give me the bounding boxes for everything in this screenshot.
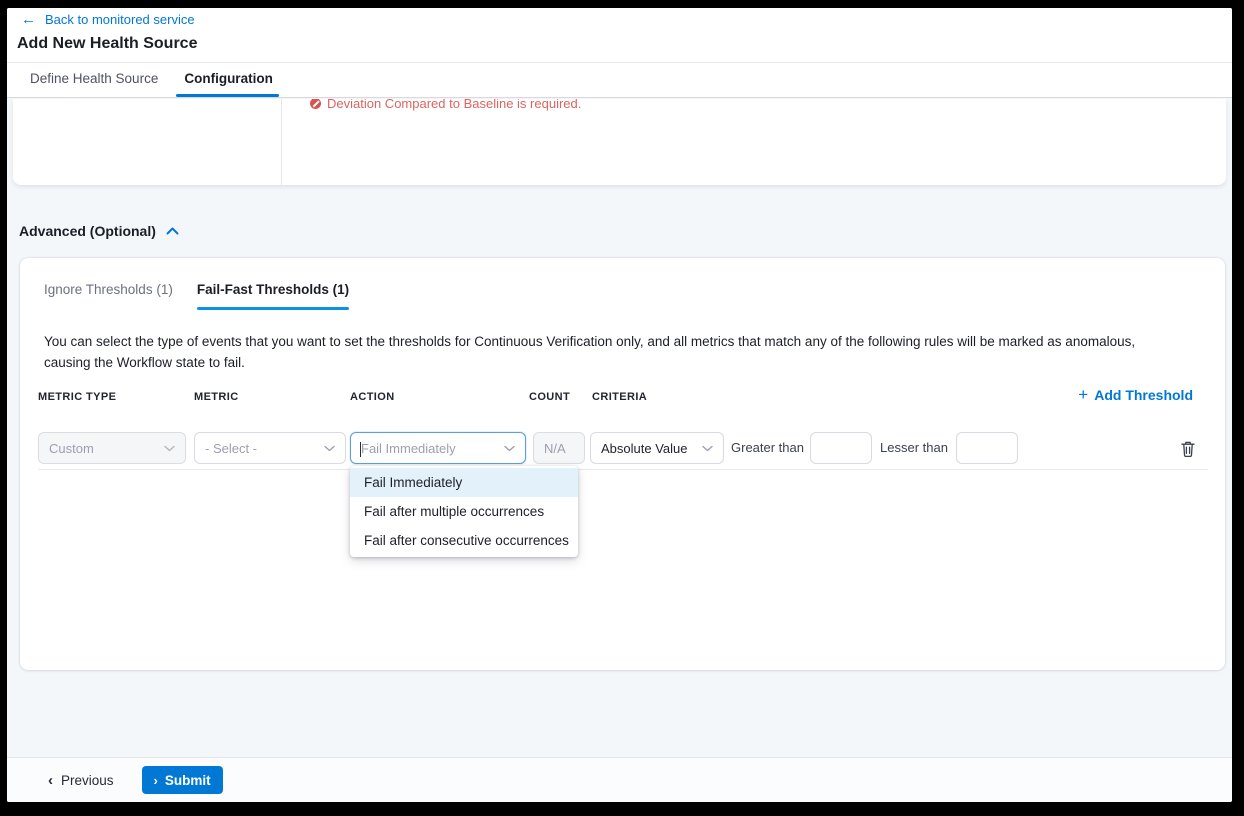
column-header-metric-type: METRIC TYPE (38, 391, 116, 403)
plus-icon: + (1078, 386, 1088, 403)
tab-define-health-source[interactable]: Define Health Source (30, 71, 158, 97)
tab-fail-fast-thresholds[interactable]: Fail-Fast Thresholds (1) (197, 282, 349, 310)
page-header: ← Back to monitored service Add New Heal… (7, 8, 1232, 98)
submit-label: Submit (165, 773, 211, 788)
action-value: Fail Immediately (361, 441, 456, 456)
chevron-left-icon: ‹ (48, 773, 53, 788)
page-title: Add New Health Source (17, 35, 197, 53)
validation-error: Deviation Compared to Baseline is requir… (310, 99, 581, 111)
title-divider (7, 62, 1232, 63)
chevron-down-icon (324, 445, 335, 452)
criteria-value: Absolute Value (601, 441, 688, 456)
metric-select[interactable]: - Select - (194, 432, 346, 464)
tab-ignore-thresholds[interactable]: Ignore Thresholds (1) (44, 282, 173, 310)
menu-item-fail-multiple[interactable]: Fail after multiple occurrences (350, 497, 578, 526)
tab-configuration[interactable]: Configuration (184, 71, 272, 97)
chevron-right-icon: › (154, 774, 158, 787)
add-threshold-label: Add Threshold (1094, 387, 1193, 403)
chevron-up-icon (166, 227, 179, 235)
lesser-than-input[interactable] (956, 432, 1018, 464)
thresholds-card: Ignore Thresholds (1) Fail-Fast Threshol… (20, 258, 1225, 670)
menu-item-fail-consecutive[interactable]: Fail after consecutive occurrences (350, 526, 578, 555)
metric-type-value: Custom (49, 441, 94, 456)
thresholds-description: You can select the type of events that y… (44, 332, 1169, 374)
metric-value: - Select - (205, 441, 257, 456)
action-dropdown-menu: Fail Immediately Fail after multiple occ… (350, 466, 578, 557)
panel-vertical-divider (281, 99, 282, 185)
configuration-panel: Deviation Compared to Baseline is requir… (13, 99, 1226, 185)
back-arrow-icon: ← (21, 12, 36, 27)
back-to-monitored-service-link[interactable]: ← Back to monitored service (21, 12, 195, 27)
error-message: Deviation Compared to Baseline is requir… (327, 99, 581, 111)
greater-than-label: Greater than (731, 432, 804, 464)
count-value: N/A (544, 441, 566, 456)
criteria-select[interactable]: Absolute Value (590, 432, 724, 464)
chevron-down-icon (504, 445, 515, 452)
column-header-metric: METRIC (194, 391, 239, 403)
wizard-tabs: Define Health Source Configuration (30, 71, 273, 97)
metric-type-select: Custom (38, 432, 186, 464)
app-window: ← Back to monitored service Add New Heal… (7, 8, 1232, 802)
chevron-down-icon (164, 445, 175, 452)
row-divider (38, 469, 1208, 470)
lesser-than-label: Lesser than (880, 432, 948, 464)
action-select[interactable]: Fail Immediately (350, 432, 526, 464)
advanced-heading-label: Advanced (Optional) (19, 223, 156, 239)
submit-button[interactable]: › Submit (142, 766, 223, 794)
count-input: N/A (533, 432, 585, 464)
greater-than-input[interactable] (810, 432, 872, 464)
threshold-tabs: Ignore Thresholds (1) Fail-Fast Threshol… (44, 282, 349, 310)
wizard-footer: ‹ Previous › Submit (7, 757, 1232, 802)
back-link-label: Back to monitored service (45, 12, 195, 27)
chevron-down-icon (702, 445, 713, 452)
previous-button[interactable]: ‹ Previous (48, 773, 114, 788)
trash-icon (1181, 441, 1195, 457)
menu-item-fail-immediately[interactable]: Fail Immediately (350, 468, 578, 497)
column-header-criteria: CRITERIA (592, 391, 647, 403)
delete-threshold-button[interactable] (1178, 439, 1198, 459)
previous-label: Previous (61, 773, 114, 788)
add-threshold-button[interactable]: + Add Threshold (1078, 386, 1193, 403)
advanced-section-toggle[interactable]: Advanced (Optional) (19, 223, 179, 239)
column-header-action: ACTION (350, 391, 395, 403)
column-header-count: COUNT (529, 391, 570, 403)
error-icon (310, 99, 321, 109)
